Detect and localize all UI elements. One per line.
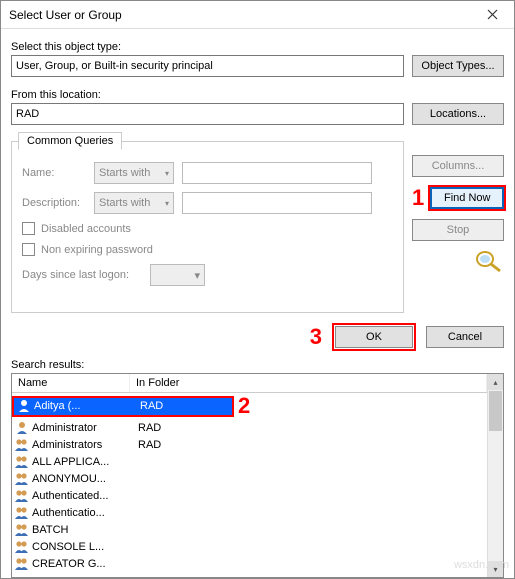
locations-button[interactable]: Locations...	[412, 103, 504, 125]
group-icon	[14, 472, 30, 486]
search-results-list: Name In Folder Aditya (...RAD2Administra…	[11, 373, 504, 578]
description-filter-label: Description:	[22, 197, 86, 209]
dialog-content: Select this object type: User, Group, or…	[1, 29, 514, 578]
days-since-logon-label: Days since last logon:	[22, 269, 142, 281]
name-filter-label: Name:	[22, 167, 86, 179]
scroll-thumb[interactable]	[489, 391, 502, 431]
disabled-accounts-checkbox[interactable]: Disabled accounts	[22, 222, 393, 235]
ok-highlight: OK	[332, 323, 416, 351]
days-since-logon-combo[interactable]: ▾	[150, 264, 205, 286]
titlebar: Select User or Group	[1, 1, 514, 29]
select-user-dialog: Select User or Group Select this object …	[0, 0, 515, 579]
common-queries-frame: Common Queries Name: Starts with ▾ Descr…	[11, 141, 404, 313]
list-item[interactable]: Authenticatio...	[12, 504, 487, 521]
callout-2: 2	[238, 393, 250, 419]
group-icon	[14, 506, 30, 520]
location-label: From this location:	[11, 89, 504, 101]
results-header: Name In Folder	[12, 374, 487, 393]
scroll-up-icon[interactable]: ▴	[488, 374, 503, 390]
search-icon	[472, 249, 504, 278]
checkbox-icon	[22, 243, 35, 256]
ok-button[interactable]: OK	[335, 326, 413, 348]
column-name-header[interactable]: Name	[12, 374, 130, 392]
close-icon	[487, 9, 498, 20]
callout-3: 3	[310, 324, 322, 350]
list-item[interactable]: ANONYMOU...	[12, 470, 487, 487]
search-results-label: Search results:	[11, 359, 504, 371]
find-now-button[interactable]: Find Now	[430, 187, 504, 209]
column-folder-header[interactable]: In Folder	[130, 374, 487, 392]
find-now-highlight: Find Now	[428, 185, 506, 211]
close-button[interactable]	[472, 2, 512, 28]
dialog-title: Select User or Group	[9, 8, 472, 22]
selected-row-highlight: Aditya (...RAD	[12, 396, 234, 417]
cancel-button[interactable]: Cancel	[426, 326, 504, 348]
checkbox-icon	[22, 222, 35, 235]
list-item[interactable]: Authenticated...	[12, 487, 487, 504]
list-item[interactable]: CONSOLE L...	[12, 538, 487, 555]
object-type-field[interactable]: User, Group, or Built-in security princi…	[11, 55, 404, 77]
group-icon	[14, 455, 30, 469]
chevron-down-icon: ▾	[165, 169, 169, 178]
tab-common-queries[interactable]: Common Queries	[18, 132, 122, 150]
chevron-down-icon: ▾	[194, 269, 200, 282]
name-mode-combo[interactable]: Starts with ▾	[94, 162, 174, 184]
description-mode-combo[interactable]: Starts with ▾	[94, 192, 174, 214]
group-icon	[14, 438, 30, 452]
user-icon	[16, 399, 32, 413]
list-item[interactable]: BATCH	[12, 521, 487, 538]
list-item[interactable]: ALL APPLICA...	[12, 453, 487, 470]
object-types-button[interactable]: Object Types...	[412, 55, 504, 77]
list-item[interactable]: AdministratorRAD	[12, 419, 487, 436]
list-item[interactable]: CREATOR G...	[12, 555, 487, 572]
name-filter-input[interactable]	[182, 162, 372, 184]
description-filter-input[interactable]	[182, 192, 372, 214]
chevron-down-icon: ▾	[165, 199, 169, 208]
list-item[interactable]: AdministratorsRAD	[12, 436, 487, 453]
group-icon	[14, 489, 30, 503]
object-type-label: Select this object type:	[11, 41, 504, 53]
group-icon	[14, 523, 30, 537]
non-expiring-password-checkbox[interactable]: Non expiring password	[22, 243, 393, 256]
columns-button[interactable]: Columns...	[412, 155, 504, 177]
scroll-down-icon[interactable]: ▾	[488, 561, 503, 577]
user-icon	[14, 421, 30, 435]
callout-1: 1	[412, 185, 424, 211]
results-scrollbar[interactable]: ▴ ▾	[487, 374, 503, 577]
stop-button[interactable]: Stop	[412, 219, 504, 241]
location-field[interactable]: RAD	[11, 103, 404, 125]
group-icon	[14, 540, 30, 554]
group-icon	[14, 557, 30, 571]
